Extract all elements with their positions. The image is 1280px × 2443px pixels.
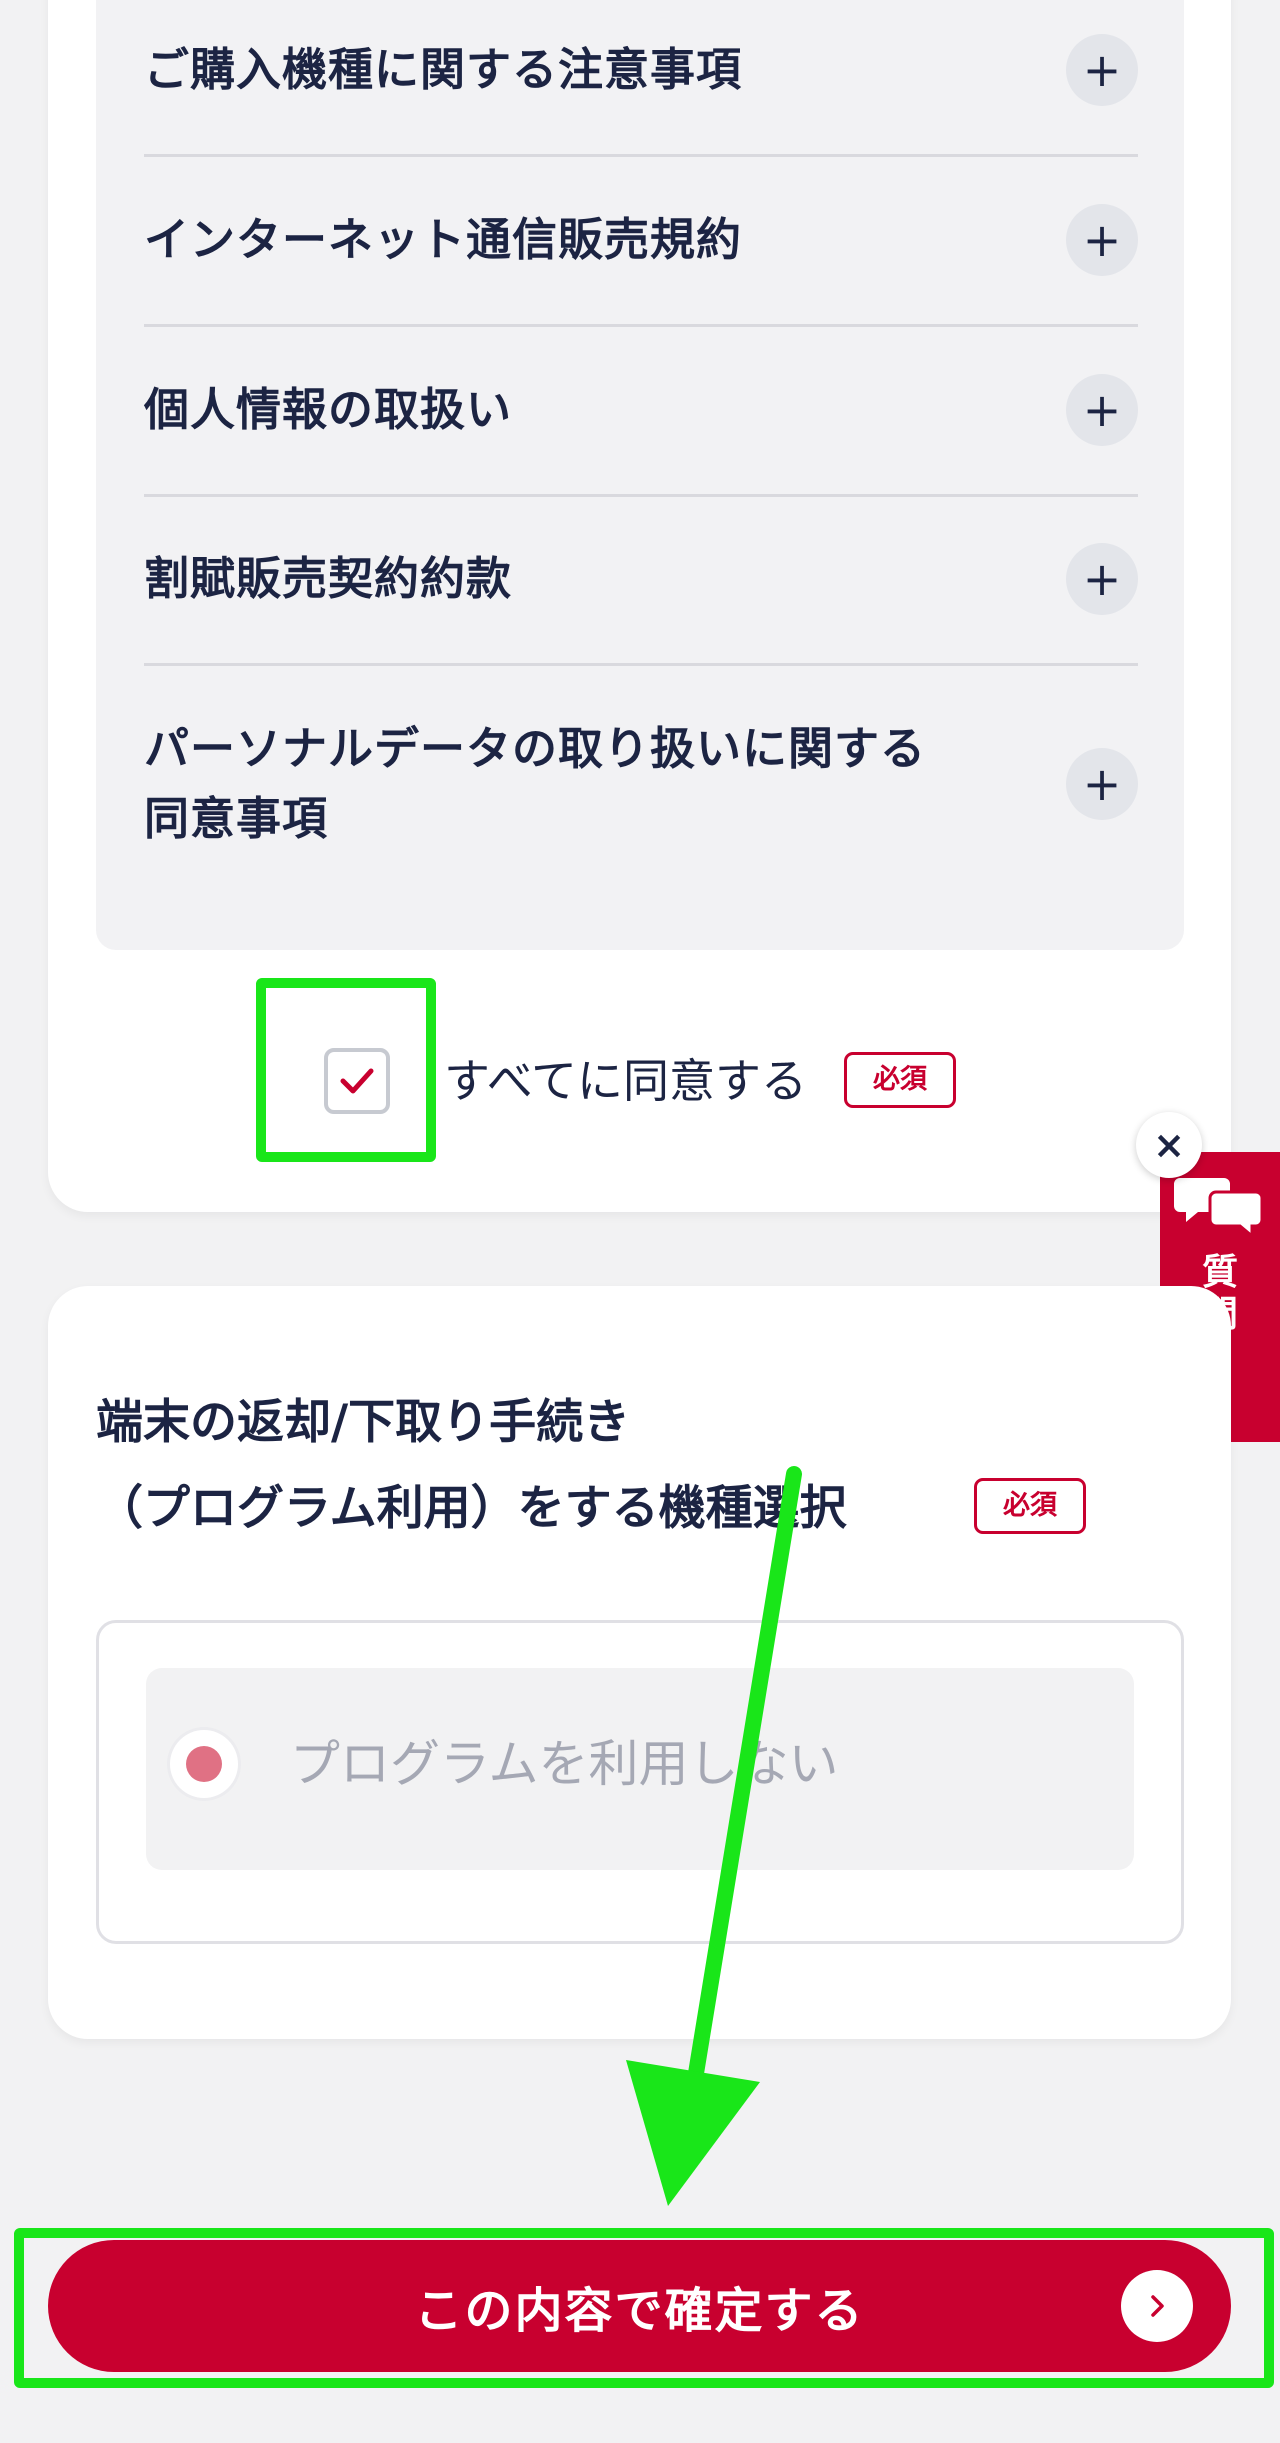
divider: [144, 663, 1138, 666]
device-selection-title: 端末の返却/下取り手続き （プログラム利用）をする機種選択: [96, 1380, 996, 1552]
chat-close-button[interactable]: ×: [1136, 1112, 1202, 1178]
term-item-personal-data[interactable]: パーソナルデータの取り扱いに関する 同意事項 +: [144, 714, 1138, 854]
required-badge: 必須: [844, 1052, 956, 1108]
divider: [144, 324, 1138, 327]
term-item-label: インターネット通信販売規約: [144, 213, 743, 266]
term-item-purchase-notes[interactable]: ご購入機種に関する注意事項 +: [144, 34, 1138, 106]
plus-icon[interactable]: +: [1066, 204, 1138, 276]
title-line2: （プログラム利用）をする機種選択: [96, 1481, 847, 1536]
checkmark-icon: [340, 1068, 374, 1094]
term-item-label-line1: パーソナルデータの取り扱いに関する: [144, 722, 927, 775]
radio-button[interactable]: [170, 1730, 238, 1798]
agree-all-label[interactable]: すべてに同意する: [444, 1048, 807, 1114]
chat-bubbles-icon: [1174, 1178, 1264, 1240]
title-line1: 端末の返却/下取り手続き: [96, 1395, 631, 1450]
agree-all-checkbox[interactable]: [324, 1048, 390, 1114]
required-badge: 必須: [974, 1478, 1086, 1534]
radio-option-label[interactable]: プログラムを利用しない: [290, 1730, 839, 1798]
term-item-installment[interactable]: 割賦販売契約約款 +: [144, 543, 1138, 615]
term-item-label: 割賦販売契約約款: [144, 552, 513, 605]
plus-icon[interactable]: +: [1066, 374, 1138, 446]
term-item-privacy[interactable]: 個人情報の取扱い +: [144, 374, 1138, 446]
plus-icon[interactable]: +: [1066, 543, 1138, 615]
term-item-label: 個人情報の取扱い: [144, 383, 513, 436]
agree-all-row: すべてに同意する 必須: [256, 978, 996, 1162]
term-item-label: ご購入機種に関する注意事項: [144, 43, 743, 96]
term-item-internet-sales[interactable]: インターネット通信販売規約 +: [144, 204, 1138, 276]
plus-icon[interactable]: +: [1066, 34, 1138, 106]
divider: [144, 154, 1138, 157]
highlight-box: [14, 2228, 1274, 2388]
divider: [144, 494, 1138, 497]
plus-icon[interactable]: +: [1066, 748, 1138, 820]
term-item-label-line2: 同意事項: [144, 792, 329, 845]
term-item-label: パーソナルデータの取り扱いに関する 同意事項: [144, 714, 926, 854]
